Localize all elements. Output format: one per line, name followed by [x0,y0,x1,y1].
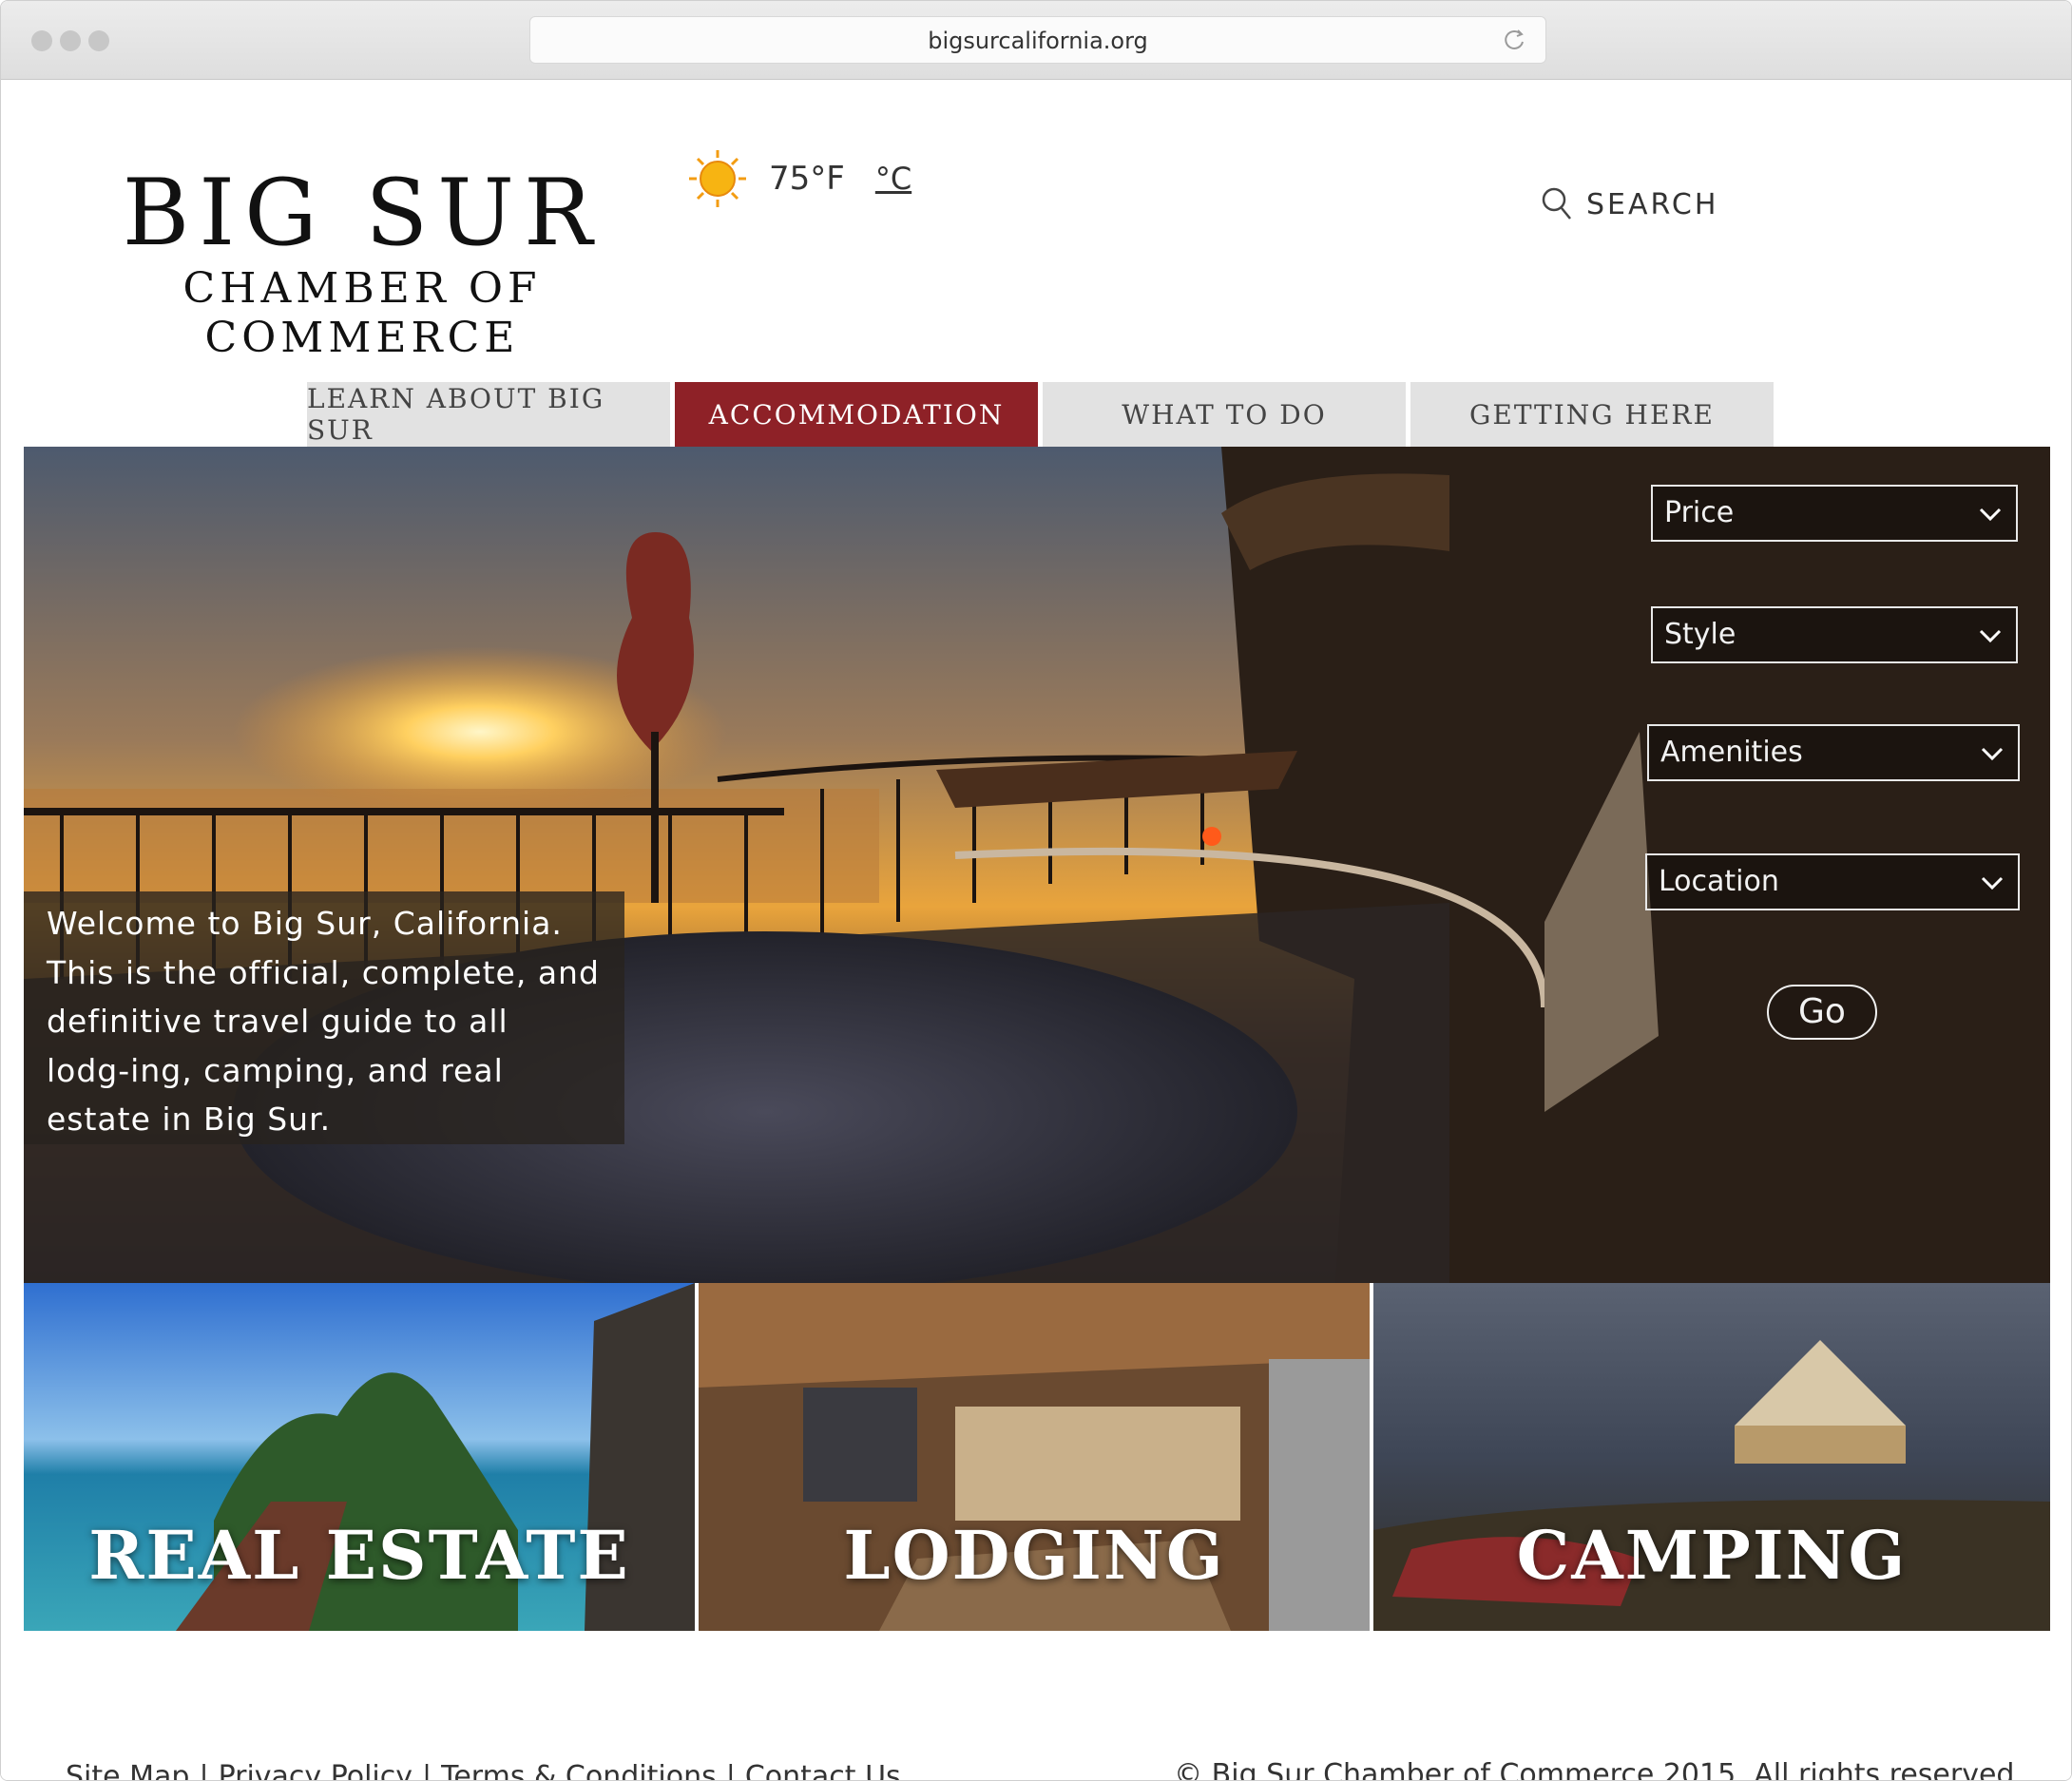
window-minimize-dot[interactable] [60,30,81,51]
price-select-value: Price [1664,496,1735,529]
reload-icon[interactable] [1502,27,1528,53]
search-label: SEARCH [1586,187,1719,221]
tile-real-estate[interactable]: REAL ESTATE [24,1283,695,1631]
location-select[interactable]: Location [1645,853,2020,910]
category-tiles: REAL ESTATE LODGING CAMPING [24,1283,2050,1631]
tab-learn-about-big-sur[interactable]: LEARN ABOUT BIG SUR [307,382,670,447]
tab-getting-here[interactable]: GETTING HERE [1410,382,1774,447]
temperature: 75°F [769,160,845,198]
go-button[interactable]: Go [1767,985,1877,1040]
window-close-dot[interactable] [31,30,52,51]
tile-lodging-label: LODGING [843,1516,1225,1595]
footer-nav: Site Map | Privacy Policy | Terms & Conditio… [66,1760,901,1781]
amenities-select[interactable]: Amenities [1647,724,2020,781]
footer-link-privacy[interactable]: Privacy Policy [219,1760,412,1780]
search-icon [1542,187,1571,220]
footer-separator: | [725,1760,736,1781]
footer-link-sitemap[interactable]: Site Map [66,1760,189,1780]
window-zoom-dot[interactable] [88,30,109,51]
weather-widget: 75°F °C [687,144,911,213]
chevron-down-icon [1979,507,2002,522]
logo-subtitle: CHAMBER OF COMMERCE [182,264,542,362]
celsius-toggle[interactable]: °C [875,161,911,197]
browser-window: bigsurcalifornia.org BIG SUR CHAMBER OF … [0,0,2072,1781]
amenities-select-value: Amenities [1660,736,1803,769]
tab-what-to-do[interactable]: WHAT TO DO [1043,382,1406,447]
tile-camping[interactable]: CAMPING [1373,1283,2050,1631]
footer-link-terms[interactable]: Terms & Conditions [441,1760,717,1780]
chevron-down-icon [1979,629,2002,643]
footer-separator: | [422,1760,432,1781]
style-select[interactable]: Style [1651,606,2018,663]
tile-camping-label: CAMPING [1516,1516,1908,1595]
page: BIG SUR CHAMBER OF COMMERCE 75°F °C SEAR… [1,80,2071,1781]
address-bar[interactable]: bigsurcalifornia.org [529,16,1546,64]
logo-title: BIG SUR [122,160,603,266]
site-logo[interactable]: BIG SUR CHAMBER OF COMMERCE [67,162,657,363]
copyright: © Big Sur Chamber of Commerce 2015. All … [1174,1758,2024,1781]
price-select[interactable]: Price [1651,485,2018,542]
main-nav: LEARN ABOUT BIG SUR ACCOMMODATION WHAT T… [307,382,1778,447]
style-select-value: Style [1664,618,1736,651]
hero-banner: Welcome to Big Sur, California. This is … [24,447,2050,1283]
search-button[interactable]: SEARCH [1541,186,1718,222]
tile-real-estate-label: REAL ESTATE [88,1516,630,1595]
tab-accommodation[interactable]: ACCOMMODATION [675,382,1038,447]
location-select-value: Location [1659,865,1779,898]
welcome-text: Welcome to Big Sur, California. This is … [24,891,624,1144]
footer-link-contact[interactable]: Contact Us [745,1760,901,1780]
footer-separator: | [199,1760,209,1781]
tile-lodging[interactable]: LODGING [699,1283,1370,1631]
sun-icon [689,150,746,207]
browser-toolbar: bigsurcalifornia.org [1,1,2071,80]
chevron-down-icon [1981,747,2004,761]
chevron-down-icon [1981,876,2004,890]
url-text: bigsurcalifornia.org [928,28,1148,54]
